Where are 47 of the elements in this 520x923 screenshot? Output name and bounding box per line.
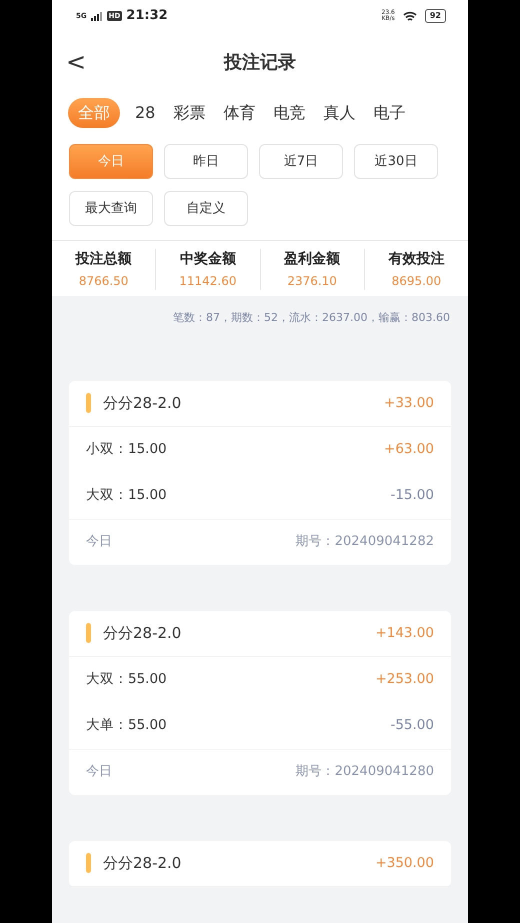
bet-result: -55.00	[390, 716, 434, 736]
date-filter-button[interactable]: 最大查询	[69, 191, 153, 226]
bet-result: -15.00	[390, 486, 434, 506]
page-title: 投注记录	[224, 50, 296, 74]
wifi-icon	[402, 10, 417, 22]
period-number: 期号：202409041282	[296, 533, 434, 552]
bet-text: 小双：15.00	[86, 440, 167, 460]
game-name: 分分28-2.0	[103, 392, 182, 414]
category-tab[interactable]: 电子	[370, 98, 408, 128]
total-amount: +350.00	[375, 854, 434, 873]
bet-text: 大单：55.00	[86, 716, 167, 736]
stat-value: 2376.10	[286, 273, 338, 290]
signal-icon	[90, 12, 103, 20]
total-amount: +143.00	[375, 624, 434, 643]
date-filter-button[interactable]: 自定义	[164, 191, 248, 226]
stat-label: 投注总额	[74, 250, 133, 269]
category-tab[interactable]: 彩票	[170, 98, 208, 128]
date-filter-button[interactable]: 近7日	[259, 144, 343, 179]
stat-label: 中奖金额	[178, 250, 237, 269]
record-date: 今日	[86, 763, 112, 782]
record-date: 今日	[86, 533, 112, 552]
clock: 21:32	[126, 7, 168, 26]
bet-result: +63.00	[384, 440, 434, 460]
stat-label: 盈利金额	[282, 250, 342, 269]
category-tab[interactable]: 体育	[220, 98, 258, 128]
accent-bar	[86, 393, 91, 413]
bet-text: 大双：15.00	[86, 486, 167, 506]
accent-bar	[86, 623, 91, 643]
bet-text: 大双：55.00	[86, 670, 167, 690]
date-filter-button[interactable]: 近30日	[354, 144, 438, 179]
stat-value: 8695.00	[390, 273, 442, 290]
game-name: 分分28-2.0	[103, 852, 182, 874]
back-button[interactable]: <	[62, 50, 90, 74]
stat-value: 11142.60	[178, 273, 238, 290]
bet-result: +253.00	[375, 670, 434, 690]
period-number: 期号：202409041280	[296, 763, 434, 782]
date-filter-button[interactable]: 昨日	[164, 144, 248, 179]
accent-bar	[86, 853, 91, 873]
category-tab[interactable]: 电竞	[270, 98, 308, 128]
game-name: 分分28-2.0	[103, 622, 182, 644]
stat-value: 8766.50	[78, 273, 130, 290]
stat-label: 有效投注	[387, 250, 446, 269]
category-tab[interactable]: 28	[132, 98, 158, 128]
summary-text: 笔数：87，期数：52，流水：2637.00，输赢：803.60	[172, 310, 451, 326]
battery-icon: 92	[424, 9, 446, 23]
total-amount: +33.00	[384, 394, 434, 413]
category-tab[interactable]: 真人	[320, 98, 358, 128]
